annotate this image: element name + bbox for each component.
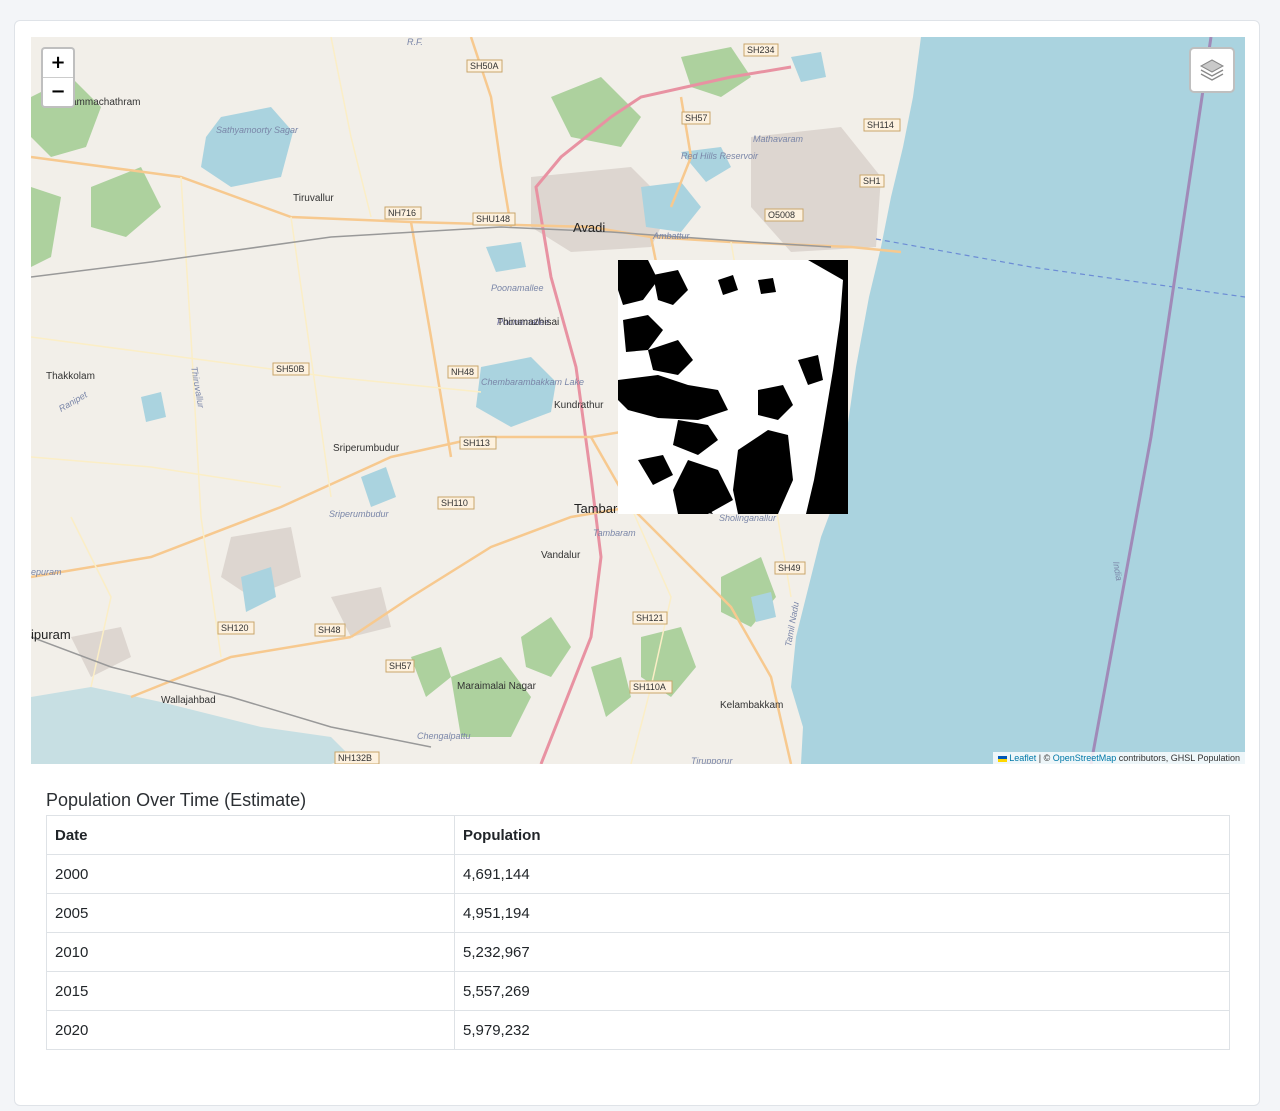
water-label: Sathyamoorty Sagar — [216, 125, 299, 135]
place-label: ammachathram — [71, 97, 140, 108]
water-label: Tambaram — [593, 528, 636, 538]
date-cell: 2020 — [46, 1010, 455, 1050]
attribution-text: contributors, GHSL Population — [1116, 753, 1240, 763]
place-label: Thirumazhisai — [497, 317, 559, 328]
road-shield: SH234 — [747, 45, 775, 55]
population-cell: 4,951,194 — [454, 893, 1230, 933]
ukraine-flag-icon — [998, 755, 1008, 762]
road-shield: SH57 — [389, 661, 412, 671]
map-attribution: Leaflet | © OpenStreetMap contributors, … — [993, 752, 1245, 764]
date-cell: 2000 — [46, 854, 455, 894]
water-label: Sriperumbudur — [329, 509, 390, 519]
place-label: Wallajahbad — [161, 695, 216, 706]
water-label: Tirupporur — [691, 756, 733, 764]
water-label: Poonamallee — [491, 283, 544, 293]
population-table: Date Population 2000 4,691,144 2005 4,95… — [46, 815, 1230, 1050]
place-label: Avadi — [573, 220, 605, 235]
column-header-population: Population — [454, 815, 1230, 855]
road-shield: O5008 — [768, 210, 795, 220]
road-shield: SH113 — [463, 438, 490, 448]
date-cell: 2015 — [46, 971, 455, 1011]
road-shield: SH57 — [685, 113, 708, 123]
table-row: 2005 4,951,194 — [46, 893, 1230, 933]
leaflet-link[interactable]: Leaflet — [1009, 753, 1036, 763]
place-label: Tiruvallur — [293, 193, 334, 204]
population-raster-overlay — [618, 260, 848, 514]
road-shield: SHU148 — [476, 214, 510, 224]
map-view[interactable]: SH234 SH50A SH57 SH114 SH1 O5008 NH716 S… — [31, 37, 1245, 764]
place-label: ipuram — [31, 627, 71, 642]
road-shield: SH49 — [778, 563, 801, 573]
road-shield: SH121 — [636, 613, 664, 623]
table-row: 2015 5,557,269 — [46, 971, 1230, 1011]
water-label: R.F. — [407, 37, 423, 47]
water-label: Ambattur — [652, 231, 691, 241]
place-label: Vandalur — [541, 550, 581, 561]
zoom-control: + − — [41, 47, 75, 108]
road-shield: SH1 — [863, 176, 881, 186]
place-label: Kelambakkam — [720, 700, 783, 711]
water-label: Mathavaram — [753, 134, 804, 144]
population-cell: 5,979,232 — [454, 1010, 1230, 1050]
layers-button[interactable] — [1189, 47, 1235, 93]
road-shield: SH50B — [276, 364, 305, 374]
water-label: Chembarambakkam Lake — [481, 377, 584, 387]
table-row: 2010 5,232,967 — [46, 932, 1230, 972]
zoom-in-button[interactable]: + — [43, 49, 73, 77]
table-row: 2020 5,979,232 — [46, 1010, 1230, 1050]
road-shield: NH716 — [388, 208, 416, 218]
place-label: Thakkolam — [46, 371, 95, 382]
water-label: Sholinganallur — [719, 513, 777, 523]
road-shield: SH110A — [633, 682, 666, 692]
road-shield: NH132B — [338, 753, 372, 763]
table-title: Population Over Time (Estimate) — [46, 790, 307, 810]
place-label: Kundrathur — [554, 400, 604, 411]
population-cell: 5,232,967 — [454, 932, 1230, 972]
road-shield: NH48 — [451, 367, 474, 377]
table-header-row: Date Population — [46, 815, 1230, 855]
osm-link[interactable]: OpenStreetMap — [1053, 753, 1117, 763]
date-cell: 2010 — [46, 932, 455, 972]
attribution-separator: | © — [1036, 753, 1053, 763]
water-label: epuram — [31, 567, 62, 577]
date-cell: 2005 — [46, 893, 455, 933]
table-row: 2000 4,691,144 — [46, 854, 1230, 894]
population-cell: 5,557,269 — [454, 971, 1230, 1011]
zoom-out-button[interactable]: − — [43, 77, 73, 106]
layers-icon — [1199, 59, 1225, 81]
road-shield: SH48 — [318, 625, 341, 635]
water-label: Chengalpattu — [417, 731, 471, 741]
place-label: Maraimalai Nagar — [457, 681, 537, 692]
road-shield: SH114 — [867, 120, 894, 130]
water-label: Red Hills Reservoir — [681, 151, 759, 161]
road-shield: SH120 — [221, 623, 249, 633]
road-shield: SH50A — [470, 61, 499, 71]
population-cell: 4,691,144 — [454, 854, 1230, 894]
column-header-date: Date — [46, 815, 455, 855]
road-shield: SH110 — [441, 498, 468, 508]
place-label: Sriperumbudur — [333, 443, 400, 454]
